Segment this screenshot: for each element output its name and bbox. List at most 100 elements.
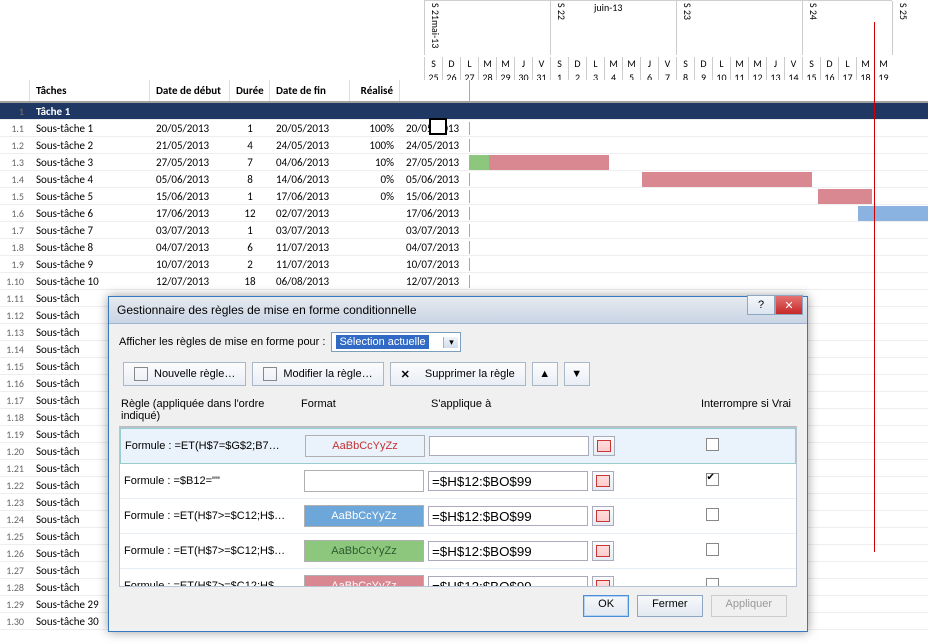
day-letters-row: SDLMMJVSDLMMJVSDLMMJVSDLMM — [424, 57, 892, 71]
move-up-button[interactable]: ▲ — [532, 362, 558, 386]
col-header-pct[interactable]: Réalisé — [350, 80, 400, 101]
close-button[interactable]: ✕ — [775, 295, 803, 315]
rule-row[interactable]: Formule : =ET(H$7>=$C12;H$…AaBbCcYyZz — [120, 499, 796, 534]
task-group-row[interactable]: 1 Tâche 1 — [0, 103, 928, 120]
day-letter: M — [748, 57, 766, 71]
day-letter: S — [802, 57, 820, 71]
task-row[interactable]: 1.3Sous-tâche 327/05/2013704/06/201310%2… — [0, 154, 928, 171]
rule-formula: Formule : =$B12="" — [124, 475, 300, 487]
applies-to-input[interactable] — [428, 506, 588, 526]
stop-if-true-checkbox[interactable] — [706, 508, 719, 521]
task-row[interactable]: 1.2Sous-tâche 221/05/2013424/05/2013100%… — [0, 137, 928, 154]
gantt-bar[interactable] — [489, 155, 609, 170]
day-letter: D — [442, 57, 460, 71]
applies-to-input[interactable] — [428, 576, 588, 587]
ok-button[interactable]: OK — [583, 595, 629, 617]
day-letter: M — [730, 57, 748, 71]
day-letter: V — [532, 57, 550, 71]
rule-row[interactable]: Formule : =ET(H$7>=$C12;H$…AaBbCcYyZz — [120, 569, 796, 587]
col-header-start[interactable]: Date de début — [150, 80, 230, 101]
day-letter: L — [586, 57, 604, 71]
delete-rule-button[interactable]: ✕ Supprimer la règle — [390, 362, 526, 386]
new-rule-button[interactable]: Nouvelle règle… — [123, 362, 246, 386]
day-letter: D — [820, 57, 838, 71]
range-picker-button[interactable] — [593, 436, 615, 456]
range-picker-button[interactable] — [592, 506, 614, 526]
rule-format-preview: AaBbCcYyZz — [304, 540, 424, 562]
day-letter: M — [622, 57, 640, 71]
stop-if-true-checkbox[interactable] — [706, 578, 719, 587]
applies-to-input[interactable] — [428, 541, 588, 561]
day-letter: J — [766, 57, 784, 71]
rule-row[interactable]: Formule : =ET(H$7>=$C12;H$… AaBbCcYyZz — [120, 534, 796, 569]
rules-list[interactable]: Formule : =ET(H$7=$G$2;B7…AaBbCcYyZz Form… — [119, 427, 797, 587]
task-row[interactable]: 1.5Sous-tâche 515/06/2013117/06/20130%15… — [0, 188, 928, 205]
dialog-titlebar[interactable]: Gestionnaire des règles de mise en forme… — [109, 297, 807, 324]
rule-formula: Formule : =ET(H$7>=$C12;H$… — [124, 545, 300, 557]
close-button[interactable]: Fermer — [637, 595, 702, 617]
gantt-bar[interactable] — [642, 172, 812, 187]
help-button[interactable]: ? — [747, 295, 775, 315]
day-letter: M — [496, 57, 514, 71]
timeline-header: S 21 mai-13 S 22 juin-13 S 23 S 24 S 25 … — [424, 0, 892, 85]
day-letter: M — [478, 57, 496, 71]
show-for-dropdown[interactable]: Sélection actuelle — [331, 332, 461, 352]
edit-icon — [263, 367, 277, 381]
range-picker-button[interactable] — [592, 541, 614, 561]
day-letter: J — [640, 57, 658, 71]
day-letter: J — [514, 57, 532, 71]
rules-columns-header: Règle (appliquée dans l'ordre indiqué) F… — [119, 394, 797, 427]
rule-format-preview: AaBbCcYyZz — [305, 435, 425, 457]
task-row[interactable]: 1.8Sous-tâche 804/07/2013611/07/201304/0… — [0, 239, 928, 256]
rule-formula: Formule : =ET(H$7>=$C12;H$… — [124, 510, 300, 522]
col-header-end[interactable]: Date de fin — [270, 80, 350, 101]
week-label: S 24 — [802, 1, 820, 55]
day-letter: L — [712, 57, 730, 71]
col-header-dur[interactable]: Durée — [230, 80, 270, 101]
rule-formula: Formule : =ET(H$7>=$C12;H$… — [124, 580, 300, 587]
move-down-button[interactable]: ▼ — [564, 362, 590, 386]
grid-header: Tâches Date de début Durée Date de fin R… — [0, 80, 928, 103]
show-for-label: Afficher les règles de mise en forme pou… — [119, 336, 325, 348]
applies-to-input[interactable] — [428, 471, 588, 491]
task-row[interactable]: 1.10Sous-tâche 1012/07/20131806/08/20131… — [0, 273, 928, 290]
day-letter: S — [424, 57, 442, 71]
applies-to-input[interactable] — [429, 436, 589, 456]
task-row[interactable]: 1.9Sous-tâche 910/07/2013211/07/201310/0… — [0, 256, 928, 273]
range-picker-button[interactable] — [592, 471, 614, 491]
apply-button[interactable]: Appliquer — [711, 595, 787, 617]
day-letter: L — [460, 57, 478, 71]
today-line — [874, 22, 875, 552]
rule-row[interactable]: Formule : =ET(H$7=$G$2;B7…AaBbCcYyZz — [120, 428, 796, 464]
dialog-title: Gestionnaire des règles de mise en forme… — [117, 303, 417, 317]
stop-if-true-checkbox[interactable] — [706, 473, 719, 486]
col-header-task[interactable]: Tâches — [30, 80, 150, 101]
week-label: S 23 — [676, 1, 694, 55]
day-letter: M — [856, 57, 874, 71]
edit-rule-button[interactable]: Modifier la règle… — [252, 362, 383, 386]
day-letter: V — [784, 57, 802, 71]
stop-if-true-checkbox[interactable] — [706, 543, 719, 556]
task-row[interactable]: 1.7Sous-tâche 703/07/2013103/07/201303/0… — [0, 222, 928, 239]
gantt-bar[interactable] — [818, 189, 872, 204]
day-letter: L — [838, 57, 856, 71]
day-letter: D — [568, 57, 586, 71]
day-letter: S — [676, 57, 694, 71]
range-picker-button[interactable] — [592, 576, 614, 587]
week-label: S 22 — [550, 1, 568, 55]
day-letter: M — [604, 57, 622, 71]
new-icon — [134, 367, 148, 381]
week-label: S 25 — [892, 1, 910, 55]
selected-cell[interactable] — [429, 118, 447, 135]
cf-rules-manager-dialog: Gestionnaire des règles de mise en forme… — [108, 296, 808, 632]
day-letter: V — [658, 57, 676, 71]
rule-format-preview — [304, 470, 424, 492]
gantt-bar[interactable] — [469, 155, 489, 170]
day-letter: S — [550, 57, 568, 71]
rule-row[interactable]: Formule : =$B12="" — [120, 464, 796, 499]
task-row[interactable]: 1.6Sous-tâche 617/06/20131202/07/201317/… — [0, 205, 928, 222]
month-label: juin-13 — [594, 1, 622, 14]
stop-if-true-checkbox[interactable] — [706, 438, 719, 451]
gantt-bar[interactable] — [858, 206, 928, 221]
task-row[interactable]: 1.1Sous-tâche 120/05/2013120/05/2013100%… — [0, 120, 928, 137]
